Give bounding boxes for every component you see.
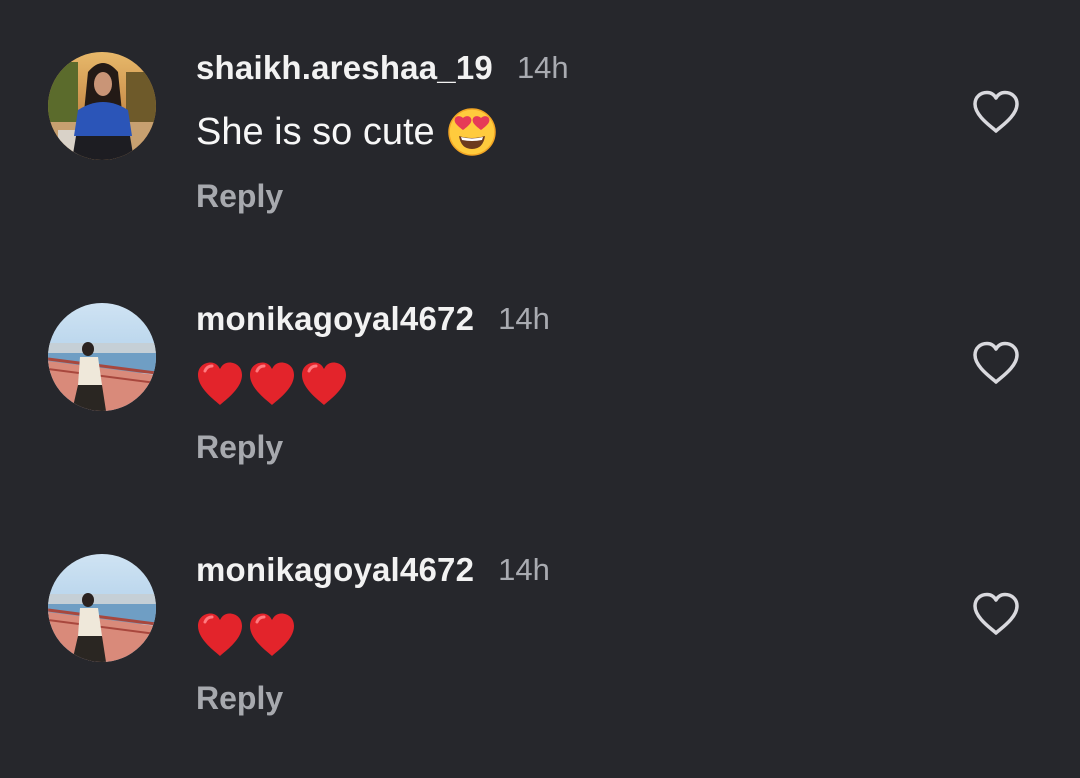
- heart-eyes-emoji-icon: [447, 107, 497, 157]
- comment-item: monikagoyal4672 14h Reply: [0, 502, 1080, 742]
- reply-button[interactable]: Reply: [196, 429, 283, 466]
- red-heart-icon: [300, 361, 348, 412]
- comment-username[interactable]: shaikh.areshaa_19: [196, 49, 493, 87]
- comment-username[interactable]: monikagoyal4672: [196, 300, 474, 338]
- like-heart-outline-icon[interactable]: [970, 590, 1022, 638]
- red-heart-icon: [196, 612, 244, 663]
- comment-item: shaikh.areshaa_19 14h She is so cute Rep…: [0, 0, 1080, 240]
- reply-button[interactable]: Reply: [196, 178, 283, 215]
- comment-timestamp: 14h: [516, 50, 569, 85]
- like-heart-outline-icon[interactable]: [970, 339, 1022, 387]
- red-heart-icon: [196, 361, 244, 412]
- comment-item: monikagoyal4672 14h Reply: [0, 251, 1080, 491]
- comment-text-content: She is so cute: [196, 110, 435, 153]
- avatar[interactable]: [48, 52, 156, 160]
- comment-username[interactable]: monikagoyal4672: [196, 551, 474, 589]
- comment-header: shaikh.areshaa_19 14h: [196, 46, 569, 90]
- comment-text: She is so cute: [196, 106, 497, 158]
- red-heart-icon: [248, 612, 296, 663]
- red-heart-icon: [248, 361, 296, 412]
- comment-emoji-row: [196, 361, 348, 412]
- reply-button[interactable]: Reply: [196, 680, 283, 717]
- avatar[interactable]: [48, 554, 156, 662]
- comment-emoji-row: [196, 612, 296, 663]
- like-heart-outline-icon[interactable]: [970, 88, 1022, 136]
- comment-timestamp: 14h: [498, 552, 550, 587]
- comment-header: monikagoyal4672 14h: [196, 297, 550, 341]
- comment-timestamp: 14h: [498, 301, 550, 336]
- comment-header: monikagoyal4672 14h: [196, 548, 550, 592]
- avatar[interactable]: [48, 303, 156, 411]
